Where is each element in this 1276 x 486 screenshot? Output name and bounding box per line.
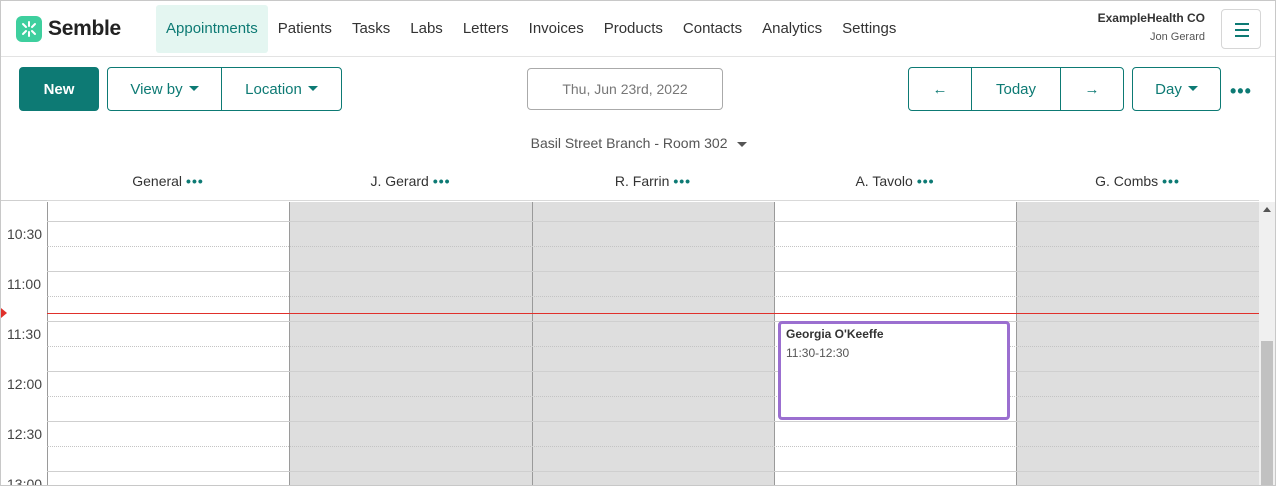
slot-line (47, 371, 1259, 372)
next-day-button[interactable]: → (1061, 68, 1123, 110)
nav-products[interactable]: Products (594, 5, 673, 53)
nav-patients[interactable]: Patients (268, 5, 342, 53)
column-j-gerard[interactable] (289, 202, 532, 485)
slot-line (47, 446, 1259, 447)
location-selector[interactable]: Basil Street Branch - Room 302 (1, 135, 1275, 151)
semble-logo-icon (16, 16, 42, 42)
time-label: 11:00 (7, 276, 41, 292)
slot-line (47, 271, 1259, 272)
hamburger-menu-button[interactable] (1221, 9, 1261, 49)
user-name: Jon Gerard (1149, 31, 1205, 43)
column-r-farrin[interactable] (532, 202, 774, 485)
column-name: J. Gerard (370, 172, 429, 189)
nav-contacts[interactable]: Contacts (673, 5, 752, 53)
location-label: Location (245, 80, 302, 98)
hamburger-icon (1235, 23, 1249, 25)
semble-logo[interactable]: Semble (16, 16, 121, 42)
view-by-dropdown[interactable]: View by (108, 68, 222, 110)
nav-letters[interactable]: Letters (453, 5, 519, 53)
slot-line (47, 421, 1259, 422)
caret-down-icon (1187, 85, 1198, 91)
previous-day-button[interactable]: ← (909, 68, 972, 110)
top-navbar: Semble Appointments Patients Tasks Labs … (1, 1, 1275, 57)
column-header-g-combs[interactable]: G. Combs ••• (1016, 161, 1259, 201)
appointment-card[interactable]: Georgia O'Keeffe 11:30-12:30 (778, 321, 1010, 420)
column-header-j-gerard[interactable]: J. Gerard ••• (289, 161, 532, 201)
appointment-patient-name: Georgia O'Keeffe (786, 327, 884, 341)
column-options-icon[interactable]: ••• (917, 173, 935, 189)
caret-down-icon (188, 85, 199, 91)
time-label: 12:30 (7, 426, 43, 442)
scroll-up-arrow-icon[interactable] (1263, 207, 1271, 212)
nav-labs[interactable]: Labs (400, 5, 453, 53)
column-g-combs[interactable] (1016, 202, 1259, 485)
column-name: A. Tavolo (855, 172, 913, 189)
column-name: R. Farrin (614, 172, 670, 189)
nav-appointments[interactable]: Appointments (156, 5, 268, 53)
new-appointment-button[interactable]: New (19, 67, 99, 111)
slot-line (47, 346, 1259, 347)
today-button[interactable]: Today (972, 68, 1061, 110)
date-picker[interactable]: Thu, Jun 23rd, 2022 (527, 68, 723, 110)
slot-line (47, 221, 1259, 222)
main-nav: Appointments Patients Tasks Labs Letters… (156, 5, 906, 53)
column-options-icon[interactable]: ••• (433, 173, 451, 189)
location-title: Basil Street Branch - Room 302 (530, 135, 728, 151)
current-time-marker-icon (1, 308, 7, 318)
hamburger-icon-bar (1235, 35, 1249, 37)
view-mode-dropdown[interactable]: Day (1132, 67, 1221, 111)
column-header-general[interactable]: General ••• (47, 161, 289, 201)
column-options-icon[interactable]: ••• (186, 173, 204, 189)
hamburger-icon-bar (1235, 29, 1249, 31)
time-label: 10:30 (7, 226, 43, 242)
brand-name: Semble (48, 17, 121, 40)
date-navigation-group: ← Today → (908, 67, 1124, 111)
account-info[interactable]: ExampleHealth CO Jon Gerard (1098, 11, 1205, 43)
slot-line (47, 396, 1259, 397)
slot-line (47, 321, 1259, 322)
appointment-time: 11:30-12:30 (786, 346, 850, 360)
nav-tasks[interactable]: Tasks (342, 5, 400, 53)
column-name: G. Combs (1095, 172, 1159, 189)
caret-down-icon (307, 85, 318, 91)
column-options-icon[interactable]: ••• (1162, 173, 1180, 189)
nav-invoices[interactable]: Invoices (519, 5, 594, 53)
column-general[interactable] (47, 202, 289, 485)
more-options-icon[interactable]: ••• (1230, 81, 1252, 102)
app-window: Semble Appointments Patients Tasks Labs … (0, 0, 1276, 486)
current-time-line (47, 313, 1259, 314)
nav-settings[interactable]: Settings (832, 5, 906, 53)
view-mode-label: Day (1155, 80, 1182, 98)
slot-line (47, 246, 1259, 247)
column-header-r-farrin[interactable]: R. Farrin ••• (532, 161, 774, 201)
calendar-grid[interactable]: 10:30 11:00 11:30 12:00 12:30 13:00 Geor… (1, 202, 1259, 486)
view-by-label: View by (130, 80, 183, 98)
nav-analytics[interactable]: Analytics (752, 5, 832, 53)
time-label: 12:00 (7, 376, 43, 392)
column-options-icon[interactable]: ••• (673, 173, 691, 189)
time-label: 11:30 (7, 326, 41, 342)
organization-name: ExampleHealth CO (1097, 11, 1205, 25)
caret-down-icon (737, 142, 748, 147)
view-location-group: View by Location (107, 67, 342, 111)
location-dropdown[interactable]: Location (222, 68, 341, 110)
slot-line (47, 296, 1259, 297)
slot-line (47, 471, 1259, 472)
column-name: General (132, 172, 183, 189)
column-header-a-tavolo[interactable]: A. Tavolo ••• (774, 161, 1016, 201)
time-label: 13:00 (7, 476, 43, 486)
scrollbar-thumb[interactable] (1261, 341, 1273, 485)
